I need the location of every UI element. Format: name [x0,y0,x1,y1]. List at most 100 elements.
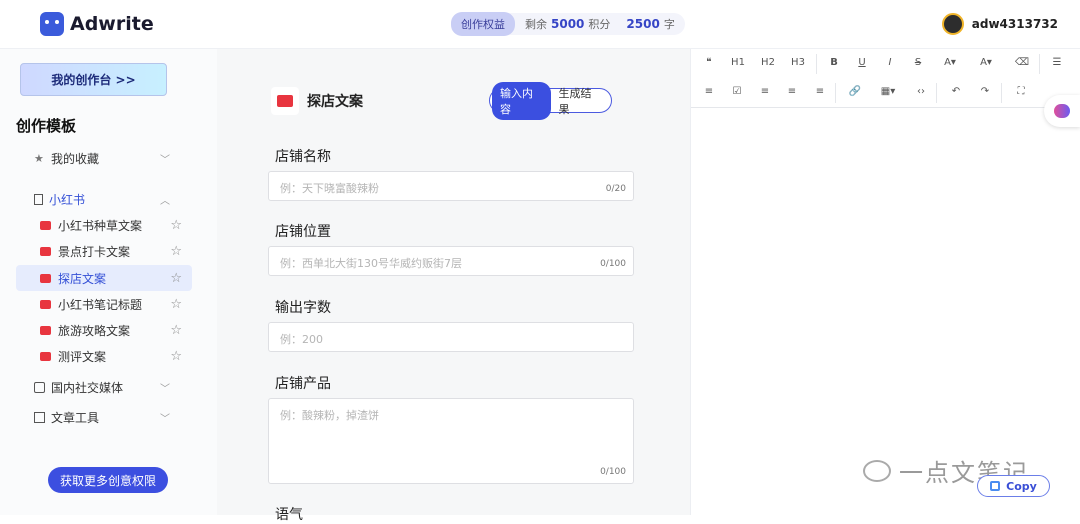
redo-icon[interactable]: ↷ [976,86,994,97]
eraser-icon[interactable]: ⌫ [1013,57,1031,68]
chevron-up-icon: ︿ [160,195,170,207]
username: adw4313732 [971,17,1058,31]
sub-item-label: 小红书笔记标题 [58,297,143,312]
form-title: 探店文案 [307,94,363,110]
placeholder: 例：西单北大街130号华威约贩街7层 [280,257,462,270]
bullet-list-icon[interactable]: ☰ [1048,57,1066,68]
toolbar-divider [936,83,937,103]
sidebar-item-label: 文章工具 [51,410,100,425]
table-icon[interactable]: ▦▾ [876,86,900,97]
credit-badge[interactable]: 创作权益 [451,12,515,36]
chevron-down-icon: ﹀ [160,383,170,395]
points-value: 5000 [551,17,585,31]
wechat-icon [863,459,891,482]
chat-icon [34,381,45,393]
underline-button[interactable]: U [853,57,871,68]
document-icon [34,411,45,423]
sub-item-label: 测评文案 [58,349,107,364]
points-unit: 积分 [588,18,611,31]
tab-result[interactable]: 生成结果 [551,82,610,120]
strikethrough-button[interactable]: S [909,57,927,68]
align-left-icon[interactable]: ≡ [756,86,774,97]
get-more-button[interactable]: 获取更多创意权限 [48,467,168,493]
sidebar-item-domestic-social[interactable]: 国内社交媒体 ﹀ [16,374,192,400]
toolbar-divider [816,54,817,74]
xiaohongshu-icon [40,220,51,230]
favorite-star-icon[interactable]: ☆ [170,244,182,259]
font-color-button[interactable]: A▾ [939,57,961,68]
fullscreen-icon[interactable]: ⛶ [1012,86,1030,97]
checklist-icon[interactable]: ☑ [728,86,746,97]
h1-button[interactable]: H1 [729,57,747,68]
italic-button[interactable]: I [881,57,899,68]
background-color-button[interactable]: A▾ [975,57,997,68]
sidebar-subitem-biaoti[interactable]: 小红书笔记标题 ☆ [16,291,192,317]
placeholder: 例：天下晓富酸辣粉 [280,182,379,195]
link-icon[interactable]: 🔗 [846,86,864,97]
workbench-button[interactable]: 我的创作台 >> [20,63,167,96]
bookmark-icon [34,193,43,205]
toolbar-divider [835,83,836,103]
sidebar-subitem-lvyou[interactable]: 旅游攻略文案 ☆ [16,317,192,343]
chevron-down-icon: ﹀ [160,413,170,425]
justify-icon[interactable]: ≡ [811,86,829,97]
sub-item-label: 旅游攻略文案 [58,323,131,338]
shop-location-input[interactable]: 例：西单北大街130号华威约贩街7层 0/100 [268,246,634,276]
tab-input[interactable]: 输入内容 [492,81,551,120]
sidebar-subitem-jingdian[interactable]: 景点打卡文案 ☆ [16,238,192,264]
toolbar-divider [1001,83,1002,103]
sub-item-label: 景点打卡文案 [58,244,131,259]
section-title: 创作模板 [16,117,77,135]
mode-toggle[interactable]: 输入内容 生成结果 [489,81,612,120]
remaining-label: 剩余 [525,18,547,31]
robot-logo-icon [40,12,64,36]
sidebar-subitem-zhongcao[interactable]: 小红书种草文案 ☆ [16,212,192,238]
ai-assistant-button[interactable] [1044,95,1080,127]
brain-icon [1054,104,1070,118]
align-right-icon[interactable]: ≡ [783,86,801,97]
xiaohongshu-icon [40,325,51,335]
placeholder: 例：200 [280,333,323,346]
xiaohongshu-icon [40,273,51,283]
h3-button[interactable]: H3 [789,57,807,68]
bold-button[interactable]: B [825,57,843,68]
sidebar-item-article-tools[interactable]: 文章工具 ﹀ [16,404,192,430]
field-label: 店铺产品 [275,376,331,392]
quote-icon[interactable]: ❝ [700,57,718,68]
char-count: 0/100 [600,259,626,269]
undo-icon[interactable]: ↶ [947,86,965,97]
user-menu[interactable]: adw4313732 [941,13,1058,35]
char-count: 0/100 [600,467,626,477]
app-logo[interactable]: Adwrite [40,12,154,36]
sidebar-item-favorites[interactable]: ★ 我的收藏 ﹀ [16,145,192,171]
shop-products-textarea[interactable]: 例：酸辣粉，掉渣饼 0/100 [268,398,634,484]
app-name: Adwrite [70,13,154,35]
favorite-star-icon[interactable]: ☆ [170,349,182,364]
credits-display: 创作权益 剩余 5000 积分 2500 字 [451,12,685,36]
sidebar-item-xiaohongshu[interactable]: 小红书 ︿ [16,186,192,212]
field-label: 语气 [275,507,303,523]
shop-name-input[interactable]: 例：天下晓富酸辣粉 0/20 [268,171,634,201]
editor-toolbar: ❝ H1 H2 H3 B U I S A▾ A▾ ⌫ ☰ ≡ ☑ ≡ ≡ ≡ 🔗… [691,49,1080,108]
field-label: 店铺名称 [275,149,331,165]
sidebar-item-label: 国内社交媒体 [51,380,124,395]
favorite-star-icon[interactable]: ☆ [170,218,182,233]
favorite-star-icon[interactable]: ☆ [170,297,182,312]
word-count-input[interactable]: 例：200 [268,322,634,352]
sidebar-subitem-tandian[interactable]: 探店文案 ☆ [16,265,192,291]
favorite-star-icon[interactable]: ☆ [170,271,182,286]
placeholder: 例：酸辣粉，掉渣饼 [280,409,379,422]
sidebar-subitem-ceping[interactable]: 测评文案 ☆ [16,343,192,369]
star-icon: ★ [34,151,44,165]
toolbar-divider [1039,54,1040,74]
favorite-star-icon[interactable]: ☆ [170,323,182,338]
copy-button[interactable]: Copy [977,475,1050,497]
chars-value: 2500 [626,17,660,31]
top-bar: Adwrite 创作权益 剩余 5000 积分 2500 字 adw431373… [0,0,1080,49]
h2-button[interactable]: H2 [759,57,777,68]
code-icon[interactable]: ‹› [912,86,930,97]
char-count: 0/20 [605,184,626,194]
chars-unit: 字 [663,18,675,31]
sidebar: 我的创作台 >> 创作模板 ★ 我的收藏 ﹀ 小红书 ︿ 小红书种草文案 ☆ 景… [0,49,217,515]
ordered-list-icon[interactable]: ≡ [700,86,718,97]
